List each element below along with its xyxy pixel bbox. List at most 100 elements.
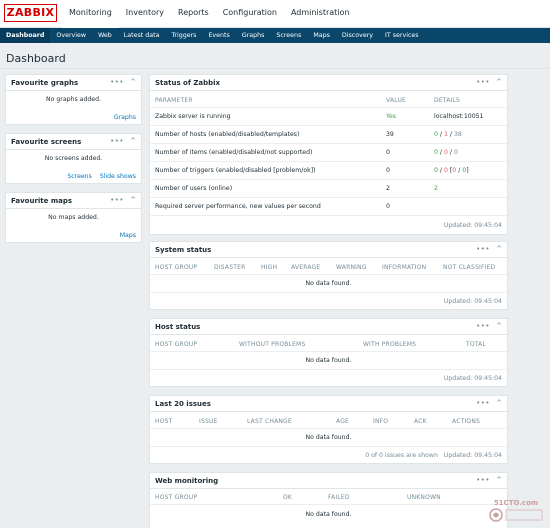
favourite-screens-widget: Favourite screens ••• ^ No screens added… (5, 133, 142, 184)
col-host-group: HOST GROUP (155, 341, 198, 348)
col-host: HOST (155, 418, 173, 425)
col-ok: OK (283, 494, 293, 501)
web-monitoring-widget: Web monitoring ••• ^ HOST GROUP OK FAILE… (149, 472, 508, 528)
value-triggers: 0 (386, 167, 390, 174)
widget-header[interactable]: Favourite screens ••• ^ (6, 134, 141, 150)
col-issue: ISSUE (199, 418, 218, 425)
empty-message: No data found. (305, 280, 352, 287)
divider (0, 68, 550, 69)
host-status-widget: Host status ••• ^ HOST GROUP WITHOUT PRO… (149, 318, 508, 387)
top-header: ZABBIX Monitoring Inventory Reports Conf… (0, 0, 550, 28)
widget-header[interactable]: Web monitoring ••• ^ (150, 473, 507, 489)
collapse-icon[interactable]: ^ (130, 78, 136, 86)
col-host-group: HOST GROUP (155, 494, 198, 501)
param-performance: Required server performance, new values … (155, 203, 321, 210)
value-server-running: Yes (386, 113, 396, 120)
submenu-events[interactable]: Events (202, 28, 235, 43)
submenu-triggers[interactable]: Triggers (165, 28, 202, 43)
widget-header[interactable]: System status ••• ^ (150, 242, 507, 258)
param-users: Number of users (online) (155, 185, 233, 192)
widget-header[interactable]: Favourite graphs ••• ^ (6, 75, 141, 91)
details-users: 2 (434, 185, 438, 192)
empty-message: No maps added. (48, 214, 99, 221)
collapse-icon[interactable]: ^ (130, 196, 136, 204)
watermark-text: 51CTO.com (494, 499, 538, 507)
col-total: TOTAL (466, 341, 487, 348)
updated-time: Updated: 09:45:04 (443, 222, 502, 229)
empty-message: No data found. (305, 357, 352, 364)
favourite-maps-widget: Favourite maps ••• ^ No maps added. Maps (5, 192, 142, 243)
widget-menu-icon[interactable]: ••• (110, 196, 124, 204)
col-failed: FAILED (328, 494, 350, 501)
col-information: INFORMATION (382, 264, 427, 271)
col-with-problems: WITH PROBLEMS (363, 341, 417, 348)
widget-header[interactable]: Status of Zabbix ••• ^ (150, 75, 507, 91)
details-server-address: localhost:10051 (434, 113, 484, 120)
value-performance: 0 (386, 203, 390, 210)
collapse-icon[interactable]: ^ (496, 476, 502, 484)
status-of-zabbix-widget: Status of Zabbix ••• ^ PARAMETER VALUE D… (149, 74, 508, 235)
menu-administration[interactable]: Administration (284, 0, 357, 28)
watermark-logo: 51CTO.com (486, 496, 546, 524)
collapse-icon[interactable]: ^ (130, 137, 136, 145)
submenu-maps[interactable]: Maps (307, 28, 336, 43)
maps-link[interactable]: Maps (120, 232, 136, 239)
col-actions: ACTIONS (452, 418, 481, 425)
zabbix-logo[interactable]: ZABBIX (4, 4, 57, 22)
col-parameter: PARAMETER (155, 97, 193, 104)
empty-message: No data found. (305, 511, 352, 518)
value-users: 2 (386, 185, 390, 192)
col-last-change: LAST CHANGE (247, 418, 292, 425)
col-average: AVERAGE (291, 264, 321, 271)
col-without-problems: WITHOUT PROBLEMS (239, 341, 306, 348)
updated-time: Updated: 09:45:04 (443, 298, 502, 305)
submenu-overview[interactable]: Overview (50, 28, 92, 43)
collapse-icon[interactable]: ^ (496, 245, 502, 253)
widget-menu-icon[interactable]: ••• (476, 476, 490, 484)
col-ack: ACK (414, 418, 427, 425)
param-items: Number of items (enabled/disabled/not su… (155, 149, 313, 156)
submenu-dashboard[interactable]: Dashboard (0, 28, 51, 43)
value-items: 0 (386, 149, 390, 156)
widget-header[interactable]: Favourite maps ••• ^ (6, 193, 141, 209)
col-unknown: UNKNOWN (407, 494, 441, 501)
menu-monitoring[interactable]: Monitoring (62, 0, 119, 28)
menu-configuration[interactable]: Configuration (216, 0, 284, 28)
widget-menu-icon[interactable]: ••• (476, 245, 490, 253)
submenu-discovery[interactable]: Discovery (336, 28, 379, 43)
favourite-graphs-widget: Favourite graphs ••• ^ No graphs added. … (5, 74, 142, 125)
slide-shows-link[interactable]: Slide shows (100, 173, 136, 180)
col-value: VALUE (386, 97, 407, 104)
submenu-graphs[interactable]: Graphs (236, 28, 271, 43)
collapse-icon[interactable]: ^ (496, 78, 502, 86)
widget-menu-icon[interactable]: ••• (476, 399, 490, 407)
widget-title: Web monitoring (155, 477, 219, 485)
widget-menu-icon[interactable]: ••• (110, 137, 124, 145)
submenu-screens[interactable]: Screens (270, 28, 307, 43)
empty-message: No graphs added. (45, 96, 102, 103)
updated-time: Updated: 09:45:04 (443, 375, 502, 382)
page-title: Dashboard (6, 52, 66, 65)
widget-header[interactable]: Last 20 issues ••• ^ (150, 396, 507, 412)
graphs-link[interactable]: Graphs (114, 114, 136, 121)
col-high: HIGH (261, 264, 278, 271)
collapse-icon[interactable]: ^ (496, 399, 502, 407)
widget-menu-icon[interactable]: ••• (476, 322, 490, 330)
details-hosts: 0 / 1 / 38 (434, 131, 462, 138)
col-age: AGE (336, 418, 350, 425)
col-host-group: HOST GROUP (155, 264, 198, 271)
submenu-latest-data[interactable]: Latest data (118, 28, 166, 43)
submenu-web[interactable]: Web (92, 28, 118, 43)
collapse-icon[interactable]: ^ (496, 322, 502, 330)
widget-menu-icon[interactable]: ••• (476, 78, 490, 86)
widget-title: Status of Zabbix (155, 79, 221, 87)
widget-header[interactable]: Host status ••• ^ (150, 319, 507, 335)
screens-link[interactable]: Screens (67, 173, 92, 180)
issues-summary: 0 of 0 issues are shown Updated: 09:45:0… (365, 452, 502, 459)
menu-reports[interactable]: Reports (171, 0, 216, 28)
widget-title: Favourite maps (11, 197, 73, 205)
menu-inventory[interactable]: Inventory (119, 0, 171, 28)
submenu-it-services[interactable]: IT services (379, 28, 425, 43)
widget-menu-icon[interactable]: ••• (110, 78, 124, 86)
last-issues-widget: Last 20 issues ••• ^ HOST ISSUE LAST CHA… (149, 395, 508, 464)
